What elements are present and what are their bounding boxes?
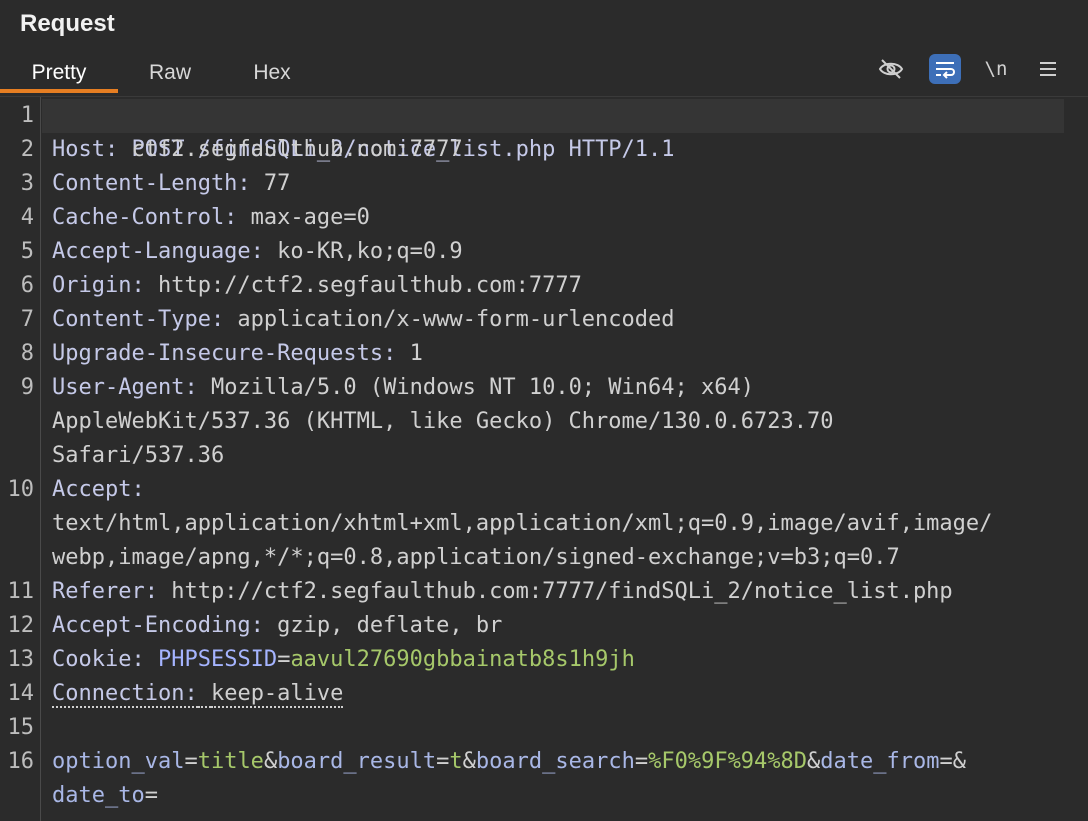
cookie-value: aavul27690gbbainatb8s1h9jh — [290, 647, 635, 672]
header-value: http://ctf2.segfaulthub.com:7777 — [144, 273, 582, 298]
header-line: Content-Type: application/x-www-form-url… — [52, 303, 1078, 337]
line-number: 9 — [20, 375, 34, 400]
header-value: webp,image/apng,*/*;q=0.8,application/si… — [52, 545, 900, 570]
line-number: 14 — [7, 681, 35, 706]
line-number: 3 — [20, 171, 34, 196]
header-line: Accept-Language: ko-KR,ko;q=0.9 — [52, 235, 1078, 269]
line-number: 7 — [20, 307, 34, 332]
header-value: ctf2.segfaulthub.com:7777 — [118, 137, 463, 162]
line-number: 8 — [20, 341, 34, 366]
header-key: Connection: — [52, 681, 198, 708]
line-number: 16 — [7, 749, 35, 774]
header-line: User-Agent: Mozilla/5.0 (Windows NT 10.0… — [52, 371, 1078, 405]
header-key: User-Agent: — [52, 375, 198, 400]
header-key: Upgrade-Insecure-Requests: — [52, 341, 397, 366]
eye-slash-icon — [878, 59, 904, 79]
line-number: 12 — [7, 613, 35, 638]
param-value: title — [197, 749, 264, 774]
header-continuation: Safari/537.36 — [52, 439, 1078, 473]
tab-raw[interactable]: Raw — [118, 54, 222, 92]
line-number: 2 — [20, 137, 34, 162]
param-key: board_search — [475, 749, 635, 774]
header-value: keep-alive — [210, 681, 344, 708]
header-line: Connection: keep-alive — [52, 677, 1078, 711]
param-key: date_to — [52, 783, 145, 808]
header-line: Origin: http://ctf2.segfaulthub.com:7777 — [52, 269, 1078, 303]
param-key: board_result — [277, 749, 437, 774]
header-value: AppleWebKit/537.36 (KHTML, like Gecko) C… — [52, 409, 834, 434]
param-value: t — [449, 749, 463, 774]
body-continuation: date_to= — [52, 783, 158, 808]
tab-bar: Pretty Raw Hex — [0, 54, 1088, 94]
panel-title: Request — [20, 10, 115, 37]
header-value: Mozilla/5.0 (Windows NT 10.0; Win64; x64… — [197, 375, 754, 400]
word-wrap-button[interactable] — [929, 54, 961, 84]
newline-toggle-button[interactable]: \n — [980, 54, 1012, 84]
request-editor[interactable]: 1 2 3 4 5 6 7 8 9 10 11 12 13 14 15 16 P… — [0, 96, 1088, 821]
header-value: 77 — [250, 171, 291, 196]
header-line: Accept: — [52, 473, 1078, 507]
word-wrap-icon — [936, 62, 955, 79]
header-key: Host: — [52, 137, 119, 162]
tab-pretty[interactable]: Pretty — [0, 54, 118, 92]
header-line: Referer: http://ctf2.segfaulthub.com:777… — [52, 575, 1078, 609]
line-number: 13 — [7, 647, 35, 672]
body-line: option_val=title&board_result=t&board_se… — [52, 749, 967, 774]
header-value: http://ctf2.segfaulthub.com:7777/findSQL… — [157, 579, 953, 604]
header-line: Content-Length: 77 — [52, 167, 1078, 201]
cookie-name: PHPSESSID — [157, 647, 278, 672]
line-number: 4 — [20, 205, 34, 230]
header-continuation: text/html,application/xhtml+xml,applicat… — [52, 507, 1078, 541]
header-key: Accept-Language: — [52, 239, 264, 264]
header-key: Cache-Control: — [52, 205, 238, 230]
newline-label: \n — [984, 58, 1008, 80]
header-key: Accept-Encoding: — [52, 613, 264, 638]
param-key: option_val — [52, 749, 185, 774]
header-line: Cache-Control: max-age=0 — [52, 201, 1078, 235]
header-value: ko-KR,ko;q=0.9 — [263, 239, 463, 264]
request-panel: Request Pretty Raw Hex \n 1 2 3 4 5 6 7 … — [0, 0, 1088, 821]
header-key: Content-Type: — [52, 307, 225, 332]
header-value: application/x-www-form-urlencoded — [224, 307, 675, 332]
header-key: Content-Length: — [52, 171, 251, 196]
header-line: Cookie: PHPSESSID=aavul27690gbbainatb8s1… — [52, 647, 635, 672]
header-value: text/html,application/xhtml+xml,applicat… — [52, 511, 993, 536]
menu-icon — [1040, 62, 1056, 76]
header-value: max-age=0 — [237, 205, 370, 230]
tab-hex[interactable]: Hex — [222, 54, 322, 92]
header-key: Cookie: — [52, 647, 145, 672]
header-line: Accept-Encoding: gzip, deflate, br — [52, 609, 1078, 643]
header-value: 1 — [396, 341, 423, 366]
param-key: date_from — [820, 749, 940, 774]
header-key: Referer: — [52, 579, 158, 604]
header-value: Safari/537.36 — [52, 443, 225, 468]
menu-button[interactable] — [1032, 54, 1064, 84]
header-value: gzip, deflate, br — [263, 613, 503, 638]
line-number: 10 — [7, 477, 35, 502]
hide-nonprintable-button[interactable] — [875, 54, 907, 84]
header-continuation: AppleWebKit/537.36 (KHTML, like Gecko) C… — [52, 405, 1078, 439]
line-number: 11 — [7, 579, 35, 604]
active-tab-indicator — [0, 89, 118, 93]
gutter-divider — [40, 97, 41, 821]
line-number: 6 — [20, 273, 34, 298]
header-key: Accept: — [52, 477, 145, 502]
line-number: 1 — [20, 103, 34, 128]
header-continuation: webp,image/apng,*/*;q=0.8,application/si… — [52, 541, 1078, 575]
line-number: 5 — [20, 239, 34, 264]
header-line: Upgrade-Insecure-Requests: 1 — [52, 337, 1078, 371]
header-line: Host: ctf2.segfaulthub.com:7777 — [52, 133, 1078, 167]
param-value: %F0%9F%94%8D — [648, 749, 808, 774]
line-number: 15 — [7, 715, 35, 740]
header-key: Origin: — [52, 273, 145, 298]
